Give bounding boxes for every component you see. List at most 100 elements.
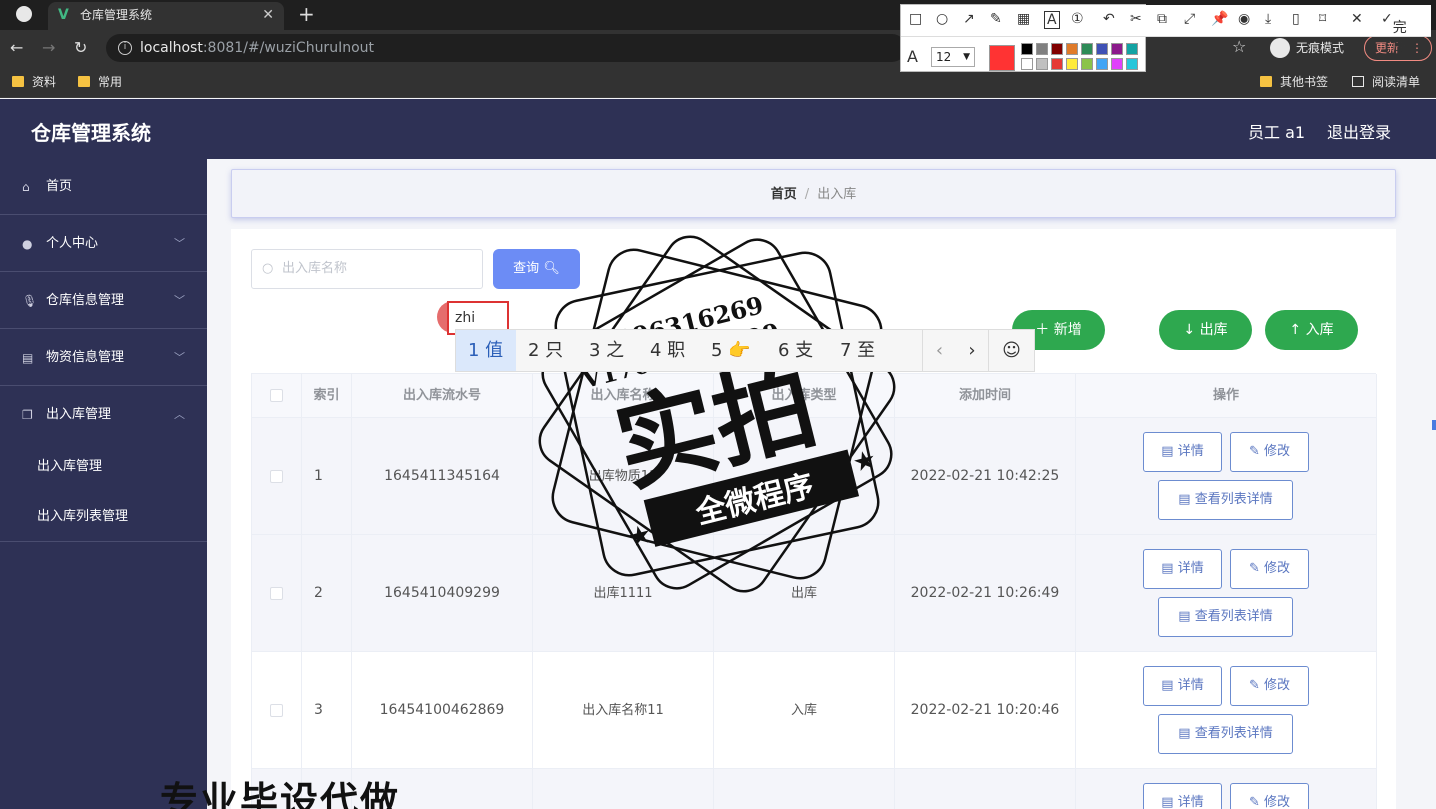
- detail-button[interactable]: ▤ 详情: [1143, 783, 1222, 809]
- color-swatch[interactable]: [1051, 43, 1063, 55]
- select-all-checkbox[interactable]: [270, 389, 283, 402]
- color-swatch[interactable]: [1066, 58, 1078, 70]
- row-checkbox[interactable]: [270, 470, 283, 483]
- color-swatch[interactable]: [1096, 58, 1108, 70]
- current-color-swatch[interactable]: [989, 45, 1015, 71]
- edit-icon: ✎: [1248, 678, 1260, 693]
- column-header[interactable]: 出入库流水号: [352, 374, 533, 418]
- address-bar[interactable]: i localhost:8081/#/wuziChuruInout: [106, 34, 906, 62]
- sidebar-item-profile[interactable]: ● 个人中心 ﹀: [0, 216, 207, 272]
- copy-icon[interactable]: ⧉: [1157, 11, 1167, 27]
- bookmark-item[interactable]: 常用: [78, 72, 122, 92]
- ime-candidate-bar: 1 值 2 只 3 之 4 职 5 👉 6 支 7 至 ‹ › ☺: [455, 329, 1035, 372]
- chevron-right-icon[interactable]: ›: [956, 330, 988, 371]
- logout-link[interactable]: 退出登录: [1327, 119, 1391, 143]
- font-size-select[interactable]: 12 ▼: [931, 47, 975, 67]
- sidebar-item-warehouse[interactable]: 🎙 仓库信息管理 ﹀: [0, 273, 207, 329]
- list-detail-button[interactable]: ▤ 查看列表详情: [1158, 480, 1293, 520]
- document-icon: ▤: [1161, 678, 1174, 693]
- ime-candidate[interactable]: 6 支: [778, 330, 813, 371]
- color-swatch[interactable]: [1111, 58, 1123, 70]
- folder-icon: [12, 76, 24, 87]
- color-swatch[interactable]: [1126, 43, 1138, 55]
- document-icon: ▤: [1178, 609, 1191, 624]
- color-swatch[interactable]: [1126, 58, 1138, 70]
- detail-button[interactable]: ▤ 详情: [1143, 549, 1222, 589]
- color-swatch[interactable]: [1036, 43, 1048, 55]
- color-swatch[interactable]: [1111, 43, 1123, 55]
- edit-button[interactable]: ✎ 修改: [1230, 666, 1309, 706]
- emoji-icon[interactable]: ☺: [988, 330, 1034, 371]
- number-tool-icon[interactable]: ①: [1071, 11, 1084, 27]
- browser-tab[interactable]: V 仓库管理系统 ✕: [48, 2, 284, 30]
- color-swatch[interactable]: [1021, 58, 1033, 70]
- detail-button[interactable]: ▤ 详情: [1143, 432, 1222, 472]
- cell-type: 入库: [714, 652, 895, 769]
- breadcrumb-home[interactable]: 首页: [771, 187, 797, 202]
- fullscreen-icon[interactable]: ⤢: [1184, 11, 1195, 27]
- close-tab-icon[interactable]: ✕: [262, 2, 274, 28]
- close-icon[interactable]: ✕: [1351, 11, 1363, 27]
- color-swatch[interactable]: [1081, 58, 1093, 70]
- stock-out-button[interactable]: ↓ 出库: [1159, 310, 1252, 350]
- arrow-tool-icon[interactable]: ↗: [963, 11, 975, 27]
- new-tab-icon[interactable]: +: [298, 2, 315, 26]
- ime-candidate[interactable]: 1 值: [456, 330, 516, 371]
- edit-icon: ✎: [1248, 444, 1260, 459]
- color-swatch[interactable]: [1036, 58, 1048, 70]
- stock-in-button[interactable]: ↑ 入库: [1265, 310, 1358, 350]
- list-detail-button[interactable]: ▤ 查看列表详情: [1158, 597, 1293, 637]
- bookmark-star-icon[interactable]: ☆: [1232, 37, 1246, 56]
- reload-icon[interactable]: ↻: [74, 38, 87, 57]
- ime-candidate[interactable]: 2 只: [528, 330, 563, 371]
- color-swatch[interactable]: [1051, 58, 1063, 70]
- back-icon[interactable]: ←: [10, 38, 23, 57]
- ime-candidate[interactable]: 4 职: [650, 330, 685, 371]
- ime-candidate[interactable]: 7 至: [840, 330, 875, 371]
- search-input[interactable]: ○ 出入库名称: [251, 249, 483, 289]
- phone-icon[interactable]: ▯: [1292, 11, 1300, 27]
- site-info-icon[interactable]: i: [118, 41, 132, 55]
- forward-icon[interactable]: →: [42, 38, 55, 57]
- pin-icon[interactable]: 📌: [1211, 11, 1228, 27]
- ime-candidate[interactable]: 3 之: [589, 330, 624, 371]
- ellipse-tool-icon[interactable]: ○: [936, 11, 948, 27]
- edit-button[interactable]: ✎ 修改: [1230, 432, 1309, 472]
- pencil-tool-icon[interactable]: ✎: [990, 11, 1002, 27]
- column-header[interactable]: 索引: [302, 374, 352, 418]
- row-checkbox[interactable]: [270, 587, 283, 600]
- column-header[interactable]: 添加时间: [895, 374, 1076, 418]
- sidebar-item-materials[interactable]: ▤ 物资信息管理 ﹀: [0, 330, 207, 386]
- color-swatch[interactable]: [1081, 43, 1093, 55]
- crop-icon[interactable]: ✂: [1130, 11, 1142, 27]
- color-swatch[interactable]: [1066, 43, 1078, 55]
- detail-button[interactable]: ▤ 详情: [1143, 666, 1222, 706]
- reading-list[interactable]: 阅读清单: [1352, 72, 1420, 92]
- undo-icon[interactable]: ↶: [1103, 11, 1115, 27]
- bookmark-icon[interactable]: ⌑: [1319, 11, 1326, 27]
- list-detail-button[interactable]: ▤ 查看列表详情: [1158, 714, 1293, 754]
- bookmark-item[interactable]: 资料: [12, 72, 56, 92]
- chevron-down-icon: ﹀: [174, 351, 185, 364]
- done-button[interactable]: ✓ 完成: [1381, 11, 1407, 56]
- rectangle-tool-icon[interactable]: □: [909, 11, 922, 27]
- breadcrumb: 首页 / 出入库: [231, 169, 1396, 218]
- sidebar-item-inout[interactable]: ❐ 出入库管理 ︿: [0, 387, 207, 443]
- sidebar-subitem-inout-list[interactable]: 出入库列表管理: [0, 492, 207, 542]
- record-icon[interactable]: ◉: [1238, 11, 1250, 27]
- color-swatch[interactable]: [1021, 43, 1033, 55]
- color-swatch[interactable]: [1096, 43, 1108, 55]
- incognito-indicator[interactable]: 无痕模式: [1270, 35, 1344, 61]
- download-icon[interactable]: ⤓: [1265, 11, 1271, 27]
- mosaic-tool-icon[interactable]: ▦: [1017, 11, 1030, 27]
- edit-button[interactable]: ✎ 修改: [1230, 549, 1309, 589]
- sidebar-subitem-inout-manage[interactable]: 出入库管理: [0, 442, 207, 492]
- ime-candidate[interactable]: 5 👉: [711, 330, 751, 371]
- globe-icon[interactable]: [16, 6, 32, 22]
- row-checkbox[interactable]: [270, 704, 283, 717]
- chevron-left-icon[interactable]: ‹: [922, 330, 956, 371]
- edit-button[interactable]: ✎ 修改: [1230, 783, 1309, 809]
- other-bookmarks[interactable]: 其他书签: [1260, 72, 1328, 92]
- sidebar-item-home[interactable]: ⌂ 首页: [0, 159, 207, 215]
- text-tool-icon[interactable]: A: [1044, 11, 1060, 29]
